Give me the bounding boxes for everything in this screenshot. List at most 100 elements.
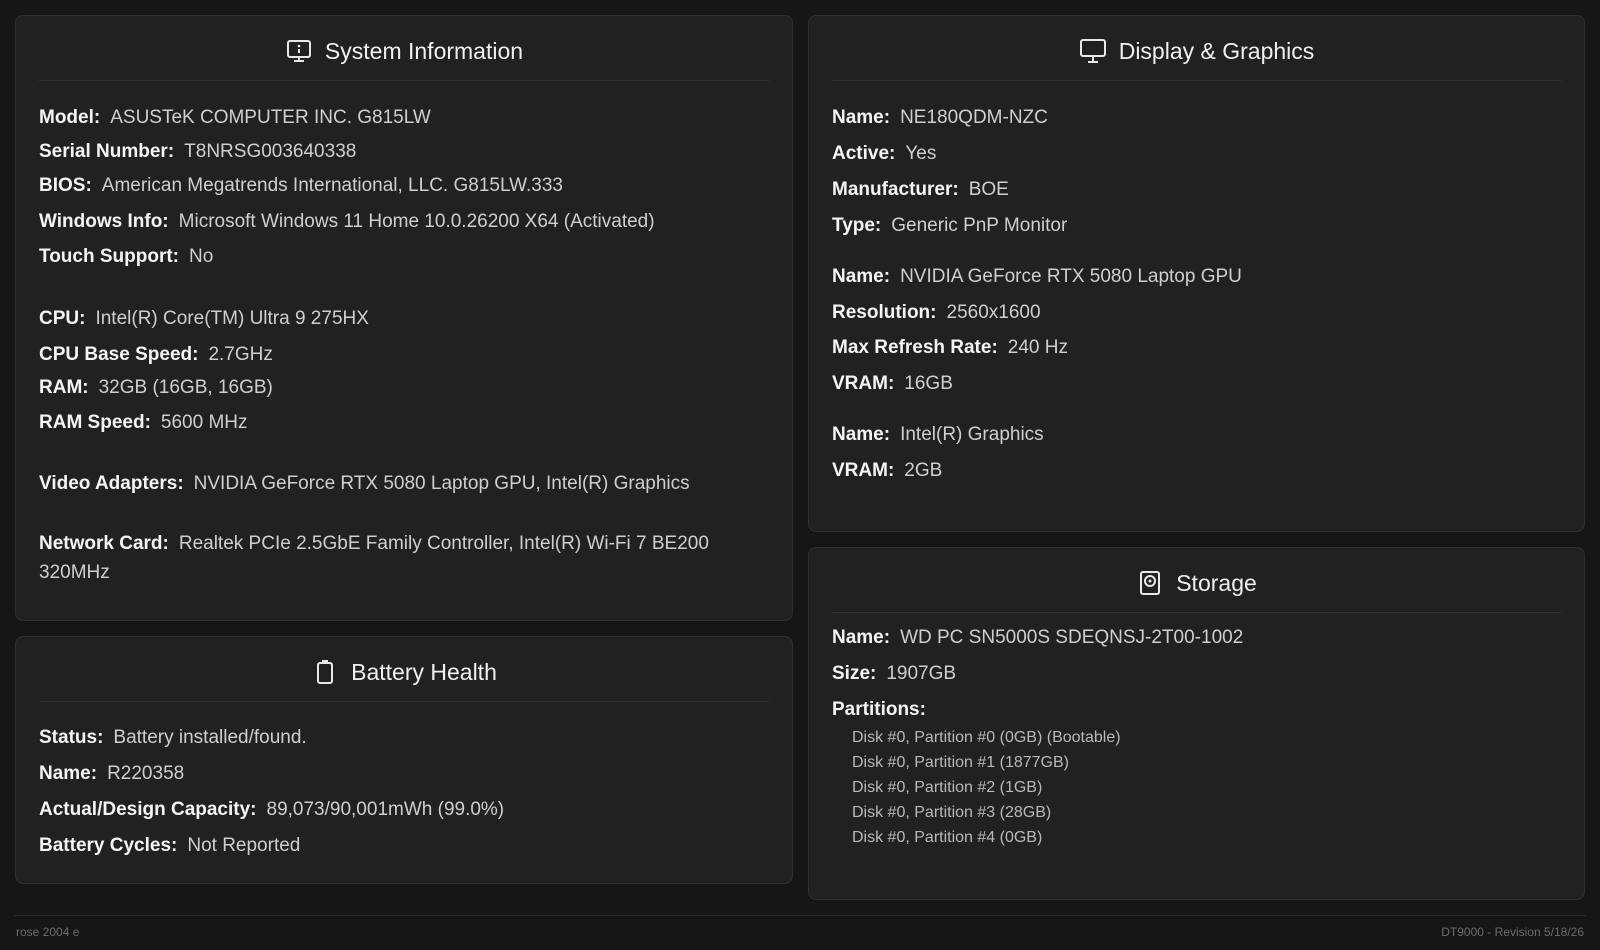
- battery-capacity-label: Actual/Design Capacity:: [39, 799, 257, 820]
- page: System Information Model: ASUSTeK COMPUTE…: [0, 0, 1600, 950]
- monitor-type-row: Type: Generic PnP Monitor: [832, 211, 1561, 240]
- network-label: Network Card:: [39, 533, 169, 554]
- ram-row: RAM: 32GB (16GB, 16GB): [39, 373, 769, 402]
- partition-item: Disk #0, Partition #1 (1877GB): [852, 754, 1069, 771]
- battery-capacity-value: 89,073/90,001mWh (99.0%): [266, 799, 505, 820]
- monitor-active-label: Active:: [832, 143, 896, 164]
- storage-card: Storage Name: WD PC SN5000S SDEQNSJ-2T00-…: [808, 547, 1585, 900]
- gpu1-resolution-value: 2560x1600: [946, 302, 1041, 323]
- bios-value: American Megatrends International, LLC. …: [101, 175, 563, 196]
- gpu1-vram-value: 16GB: [904, 373, 953, 394]
- touch-value: No: [189, 246, 214, 267]
- storage-name-label: Name:: [832, 627, 891, 648]
- battery-icon: [311, 658, 339, 686]
- monitor-name-label: Name:: [832, 107, 891, 128]
- footer-version-text: DT9000 - Revision 5/18/26: [1441, 925, 1584, 939]
- monitor-manufacturer-label: Manufacturer:: [832, 179, 959, 200]
- video-row: Video Adapters: NVIDIA GeForce RTX 5080 L…: [39, 469, 769, 498]
- windows-row: Windows Info: Microsoft Windows 11 Home 1…: [39, 207, 769, 236]
- gpu2-vram-value: 2GB: [904, 460, 943, 481]
- gpu1-resolution-row: Resolution: 2560x1600: [832, 298, 1561, 327]
- windows-value: Microsoft Windows 11 Home 10.0.26200 X64…: [178, 211, 655, 232]
- gpu1-refresh-value: 240 Hz: [1007, 337, 1068, 358]
- gpu1-name-label: Name:: [832, 266, 891, 287]
- model-row: Model: ASUSTeK COMPUTER INC. G815LW: [39, 103, 769, 132]
- system-information-card: System Information Model: ASUSTeK COMPUTE…: [15, 15, 793, 621]
- card-title: Display & Graphics: [1118, 37, 1315, 64]
- system-information-header: System Information: [39, 16, 769, 81]
- gpu1-refresh-row: Max Refresh Rate: 240 Hz: [832, 333, 1561, 362]
- footer-divider: [14, 915, 1586, 916]
- cpu-label: CPU:: [39, 308, 86, 329]
- storage-size-value: 1907GB: [886, 663, 957, 684]
- storage-header: Storage: [832, 548, 1561, 613]
- gpu2-name-value: Intel(R) Graphics: [900, 424, 1044, 445]
- serial-label: Serial Number:: [39, 141, 175, 162]
- video-label: Video Adapters:: [39, 473, 184, 494]
- monitor-manufacturer-row: Manufacturer: BOE: [832, 175, 1561, 204]
- display-graphics-header: Display & Graphics: [832, 16, 1561, 81]
- gpu1-vram-row: VRAM: 16GB: [832, 369, 1561, 398]
- battery-health-header: Battery Health: [39, 637, 769, 702]
- monitor-type-label: Type:: [832, 215, 882, 236]
- footer-left-text: rose 2004 e: [16, 925, 80, 939]
- storage-size-row: Size: 1907GB: [832, 659, 1561, 688]
- monitor-active-value: Yes: [905, 143, 937, 164]
- monitor-type-value: Generic PnP Monitor: [891, 215, 1068, 236]
- ram-speed-row: RAM Speed: 5600 MHz: [39, 408, 769, 437]
- storage-partitions-row: Partitions:: [832, 695, 1561, 724]
- storage-partitions-label: Partitions:: [832, 699, 926, 720]
- storage-size-label: Size:: [832, 663, 877, 684]
- partition-item: Disk #0, Partition #2 (1GB): [852, 779, 1043, 796]
- storage-name-value: WD PC SN5000S SDEQNSJ-2T00-1002: [900, 627, 1244, 648]
- serial-value: T8NRSG003640338: [184, 141, 357, 162]
- battery-cycles-value: Not Reported: [187, 835, 301, 856]
- video-value: NVIDIA GeForce RTX 5080 Laptop GPU, Inte…: [193, 473, 690, 494]
- ram-speed-value: 5600 MHz: [160, 412, 248, 433]
- monitor-info-icon: [285, 37, 313, 65]
- monitor-active-row: Active: Yes: [832, 139, 1561, 168]
- battery-name-row: Name: R220358: [39, 759, 769, 788]
- gpu2-vram-label: VRAM:: [832, 460, 895, 481]
- card-title: System Information: [324, 37, 524, 64]
- cpu-speed-label: CPU Base Speed:: [39, 344, 199, 365]
- windows-label: Windows Info:: [39, 211, 169, 232]
- battery-status-row: Status: Battery installed/found.: [39, 723, 769, 752]
- card-title: Storage: [1176, 569, 1257, 596]
- monitor-icon: [1079, 37, 1107, 65]
- battery-status-label: Status:: [39, 727, 104, 748]
- model-label: Model:: [39, 107, 101, 128]
- partition-item: Disk #0, Partition #3 (28GB): [852, 804, 1052, 821]
- battery-health-card: Battery Health Status: Battery installed/…: [15, 636, 793, 884]
- gpu1-name-value: NVIDIA GeForce RTX 5080 Laptop GPU: [900, 266, 1242, 287]
- battery-cycles-label: Battery Cycles:: [39, 835, 178, 856]
- card-title: Battery Health: [351, 658, 497, 685]
- disk-icon: [1136, 569, 1164, 597]
- touch-row: Touch Support: No: [39, 242, 769, 271]
- gpu2-name-label: Name:: [832, 424, 891, 445]
- partition-item: Disk #0, Partition #0 (0GB) (Bootable): [852, 729, 1121, 746]
- battery-status-value: Battery installed/found.: [113, 727, 307, 748]
- cpu-row: CPU: Intel(R) Core(TM) Ultra 9 275HX: [39, 304, 769, 333]
- model-value: ASUSTeK COMPUTER INC. G815LW: [110, 107, 431, 128]
- battery-name-label: Name:: [39, 763, 98, 784]
- battery-name-value: R220358: [107, 763, 185, 784]
- monitor-name-row: Name: NE180QDM-NZC: [832, 103, 1561, 132]
- gpu2-name-row: Name: Intel(R) Graphics: [832, 420, 1561, 449]
- gpu2-vram-row: VRAM: 2GB: [832, 456, 1561, 485]
- ram-speed-label: RAM Speed:: [39, 412, 151, 433]
- cpu-speed-row: CPU Base Speed: 2.7GHz: [39, 340, 769, 369]
- display-graphics-card: Display & Graphics Name: NE180QDM-NZC Act…: [808, 15, 1585, 532]
- touch-label: Touch Support:: [39, 246, 180, 267]
- monitor-manufacturer-value: BOE: [968, 179, 1009, 200]
- gpu1-resolution-label: Resolution:: [832, 302, 937, 323]
- network-row: Network Card: Realtek PCIe 2.5GbE Family …: [39, 529, 719, 587]
- cpu-speed-value: 2.7GHz: [208, 344, 273, 365]
- cpu-value: Intel(R) Core(TM) Ultra 9 275HX: [95, 308, 369, 329]
- gpu1-vram-label: VRAM:: [832, 373, 895, 394]
- gpu1-name-row: Name: NVIDIA GeForce RTX 5080 Laptop GPU: [832, 262, 1561, 291]
- partition-item: Disk #0, Partition #4 (0GB): [852, 829, 1043, 846]
- ram-value: 32GB (16GB, 16GB): [98, 377, 273, 398]
- bios-row: BIOS: American Megatrends International, …: [39, 171, 769, 200]
- serial-row: Serial Number: T8NRSG003640338: [39, 137, 769, 166]
